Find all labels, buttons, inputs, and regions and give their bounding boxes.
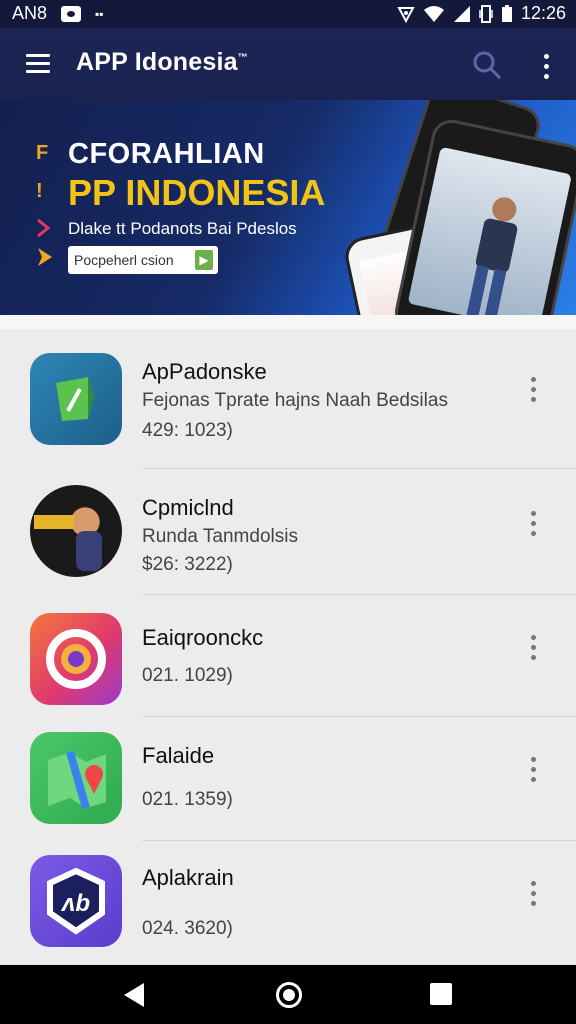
- camera-gradient-app-icon: [30, 613, 122, 705]
- app-name: Eaiqroonckc: [142, 625, 264, 650]
- battery-icon: [501, 4, 512, 22]
- app-subtitle: Fejonas Tprate hajns Naah Bedsilas: [142, 390, 448, 411]
- banner-headline: PP INDONESIA: [68, 172, 326, 213]
- more-vert-icon[interactable]: [526, 881, 540, 911]
- green-shield-app-icon: [30, 353, 122, 445]
- list-item[interactable]: ʌb Aplakrain 024. 3620): [0, 841, 576, 965]
- title-text: APP Idonesia: [76, 48, 238, 76]
- app-name: Aplakrain: [142, 865, 234, 890]
- list-item[interactable]: ApPadonske Fejonas Tprate hajns Naah Bed…: [0, 329, 576, 469]
- back-icon[interactable]: [124, 983, 144, 1007]
- app-number: 429: 1023): [142, 420, 233, 441]
- purple-badge-app-icon: ʌb: [30, 855, 122, 947]
- chevron-mark-icon: [37, 218, 51, 238]
- app-name: Cpmiclnd: [142, 495, 234, 520]
- phone-screen-main: [407, 146, 572, 315]
- status-time: 12:26: [520, 3, 566, 23]
- svg-text:ʌb: ʌb: [60, 890, 90, 917]
- maps-app-icon: [30, 732, 122, 824]
- arrow-mark-icon: [38, 248, 52, 266]
- list-item[interactable]: Cpmiclnd Runda Tanmdolsis $26: 3222): [0, 469, 576, 595]
- list-item[interactable]: Falaide 021. 1359): [0, 717, 576, 841]
- wifi-icon: [423, 5, 444, 22]
- play-arrow-icon: ▶: [195, 250, 213, 270]
- app-number: 021. 1359): [142, 789, 233, 810]
- nfc-icon: [397, 6, 415, 23]
- menu-icon[interactable]: [26, 54, 50, 78]
- banner-tagline: Dlake tt Podanots Bai Pdeslos: [68, 219, 297, 238]
- app-number: $26: 3222): [142, 554, 233, 575]
- banner-line-1: CFORAHLIAN: [68, 138, 265, 170]
- status-bar: AN8 ▪▪ 12:26: [0, 0, 576, 28]
- person-photo-icon: [465, 197, 518, 315]
- vibrate-icon: [479, 4, 493, 23]
- banner-mark-2: !: [36, 180, 43, 202]
- notification-box-icon: [61, 5, 82, 22]
- home-icon[interactable]: [276, 982, 302, 1008]
- list-top-edge: [0, 315, 576, 329]
- app-toolbar: APP Idonesia™: [0, 28, 576, 100]
- promo-banner[interactable]: F ! CFORAHLIAN PP INDONESIA Dlake tt Pod…: [0, 100, 576, 315]
- man-portrait-app-icon: [30, 485, 122, 577]
- carrier-label: AN8: [12, 3, 48, 23]
- banner-mark-1: F: [36, 142, 49, 164]
- app-subtitle: Runda Tanmdolsis: [142, 526, 298, 547]
- more-vert-icon[interactable]: [538, 50, 554, 84]
- more-vert-icon[interactable]: [526, 635, 540, 665]
- more-vert-icon[interactable]: [526, 757, 540, 787]
- banner-cta-button[interactable]: Pocpeherl csion ▶: [68, 246, 218, 274]
- app-name: Falaide: [142, 743, 215, 768]
- more-vert-icon[interactable]: [526, 377, 540, 407]
- app-name: ApPadonske: [142, 359, 267, 384]
- banner-cta-label: Pocpeherl csion: [74, 252, 174, 268]
- recents-icon[interactable]: [430, 983, 452, 1005]
- page-title: APP Idonesia™: [76, 48, 248, 77]
- system-nav-bar: [0, 965, 576, 1024]
- cast-icon: ▪▪: [95, 6, 104, 21]
- app-number: 024. 3620): [142, 918, 233, 939]
- app-number: 021. 1029): [142, 665, 233, 686]
- app-list: ApPadonske Fejonas Tprate hajns Naah Bed…: [0, 315, 576, 965]
- list-item[interactable]: Eaiqroonckc 021. 1029): [0, 595, 576, 717]
- more-vert-icon[interactable]: [526, 511, 540, 541]
- search-icon[interactable]: [472, 50, 502, 80]
- signal-icon: [453, 5, 470, 22]
- trademark-mark: ™: [237, 52, 248, 64]
